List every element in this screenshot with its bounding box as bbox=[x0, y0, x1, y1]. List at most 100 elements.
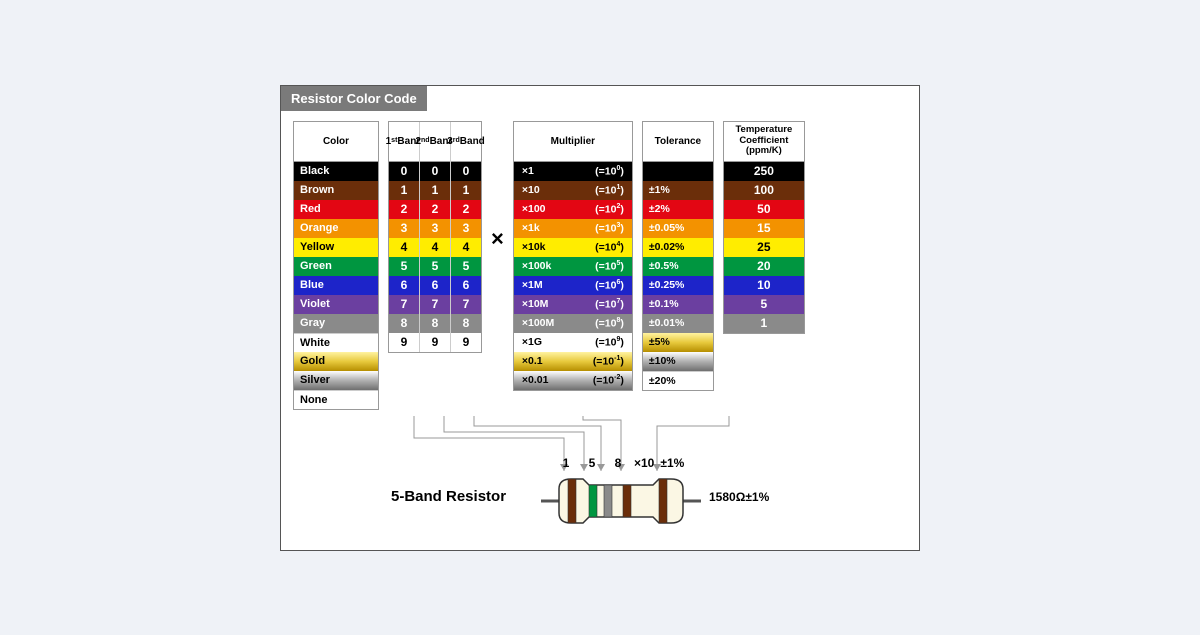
tempco-cell: 25 bbox=[724, 238, 804, 257]
multiplier-cell: ×100M(=108) bbox=[514, 314, 632, 333]
annot-value: 5 bbox=[582, 456, 602, 470]
column-multiplier: Multiplier ×1(=100)×10(=101)×100(=102)×1… bbox=[513, 121, 633, 391]
digit-cell: 7 bbox=[451, 295, 481, 314]
tolerance-cell: ±0.1% bbox=[643, 295, 713, 314]
tolerance-cell: ±2% bbox=[643, 200, 713, 219]
multiplier-cell: ×1G(=109) bbox=[514, 333, 632, 352]
band-5 bbox=[659, 479, 667, 523]
digit-cell: 4 bbox=[389, 238, 419, 257]
tempco-cell: 50 bbox=[724, 200, 804, 219]
example-value: 1580Ω±1% bbox=[709, 490, 769, 504]
multiplier-cell: ×0.01(=10-2) bbox=[514, 371, 632, 390]
band2-rows: 0123456789 bbox=[420, 162, 450, 352]
tempco-cell: 15 bbox=[724, 219, 804, 238]
column-tempco: Temperature Coefficient (ppm/K) 25010050… bbox=[723, 121, 805, 334]
digit-cell: 1 bbox=[420, 181, 450, 200]
resistor-color-code-chart: Resistor Color Code Color BlackBrownRedO… bbox=[280, 85, 920, 551]
digit-cell: 1 bbox=[389, 181, 419, 200]
tempco-cell: 10 bbox=[724, 276, 804, 295]
color-row: Green bbox=[294, 257, 378, 276]
multiplier-cell: ×100(=102) bbox=[514, 200, 632, 219]
multiply-symbol: × bbox=[491, 226, 504, 252]
tempco-cell: 20 bbox=[724, 257, 804, 276]
digit-cell: 8 bbox=[451, 314, 481, 333]
tolerance-cell: ±0.5% bbox=[643, 257, 713, 276]
header-tempco: Temperature Coefficient (ppm/K) bbox=[724, 122, 804, 162]
band-3 bbox=[604, 485, 612, 517]
color-row: Blue bbox=[294, 276, 378, 295]
digit-cell: 0 bbox=[420, 162, 450, 181]
color-row: Gray bbox=[294, 314, 378, 333]
digit-cell: 9 bbox=[420, 333, 450, 352]
example-annotations: 158×10±1% bbox=[556, 456, 684, 470]
multiplier-cell: ×10k(=104) bbox=[514, 238, 632, 257]
digit-cell: 2 bbox=[451, 200, 481, 219]
annot-value: ±1% bbox=[660, 456, 684, 470]
chart-title: Resistor Color Code bbox=[281, 86, 427, 111]
digit-cell: 0 bbox=[389, 162, 419, 181]
band3-rows: 0123456789 bbox=[451, 162, 481, 352]
digit-cell: 8 bbox=[420, 314, 450, 333]
tolerance-rows: ±1%±2%±0.05%±0.02%±0.5%±0.25%±0.1%±0.01%… bbox=[643, 162, 713, 390]
multiplier-cell: ×1k(=103) bbox=[514, 219, 632, 238]
tolerance-cell: ±0.02% bbox=[643, 238, 713, 257]
multiplier-cell: ×1M(=106) bbox=[514, 276, 632, 295]
resistor-icon bbox=[541, 471, 701, 531]
digit-cell: 3 bbox=[389, 219, 419, 238]
multiplier-cell: ×1(=100) bbox=[514, 162, 632, 181]
color-row: Red bbox=[294, 200, 378, 219]
color-rows: BlackBrownRedOrangeYellowGreenBlueViolet… bbox=[294, 162, 378, 409]
tables-row: Color BlackBrownRedOrangeYellowGreenBlue… bbox=[281, 111, 919, 410]
color-row: Violet bbox=[294, 295, 378, 314]
header-tolerance: Tolerance bbox=[643, 122, 713, 162]
digit-cell: 7 bbox=[420, 295, 450, 314]
column-bands: 1st Band 0123456789 2nd Band 0123456789 … bbox=[388, 121, 482, 353]
multiplier-rows: ×1(=100)×10(=101)×100(=102)×1k(=103)×10k… bbox=[514, 162, 632, 390]
band1-rows: 0123456789 bbox=[389, 162, 419, 352]
tempco-cell: 1 bbox=[724, 314, 804, 333]
tolerance-cell: ±1% bbox=[643, 181, 713, 200]
tempco-rows: 250100501525201051 bbox=[724, 162, 804, 333]
digit-cell: 5 bbox=[420, 257, 450, 276]
column-band1: 1st Band 0123456789 bbox=[389, 122, 420, 352]
tolerance-cell: ±0.01% bbox=[643, 314, 713, 333]
digit-cell: 2 bbox=[389, 200, 419, 219]
digit-cell: 0 bbox=[451, 162, 481, 181]
color-row: White bbox=[294, 333, 378, 352]
tolerance-cell: ±5% bbox=[643, 333, 713, 352]
example-label: 5-Band Resistor bbox=[391, 488, 506, 505]
column-band3: 3rd Band 0123456789 bbox=[451, 122, 481, 352]
digit-cell: 2 bbox=[420, 200, 450, 219]
header-multiplier: Multiplier bbox=[514, 122, 632, 162]
tolerance-cell: ±10% bbox=[643, 352, 713, 371]
digit-cell: 7 bbox=[389, 295, 419, 314]
multiplier-cell: ×10M(=107) bbox=[514, 295, 632, 314]
multiplier-cell: ×100k(=105) bbox=[514, 257, 632, 276]
color-row: None bbox=[294, 390, 378, 409]
tempco-cell: 5 bbox=[724, 295, 804, 314]
color-row: Silver bbox=[294, 371, 378, 390]
digit-cell: 6 bbox=[451, 276, 481, 295]
digit-cell: 3 bbox=[420, 219, 450, 238]
color-row: Orange bbox=[294, 219, 378, 238]
column-color: Color BlackBrownRedOrangeYellowGreenBlue… bbox=[293, 121, 379, 410]
tolerance-cell: ±0.25% bbox=[643, 276, 713, 295]
tempco-cell: 250 bbox=[724, 162, 804, 181]
header-color: Color bbox=[294, 122, 378, 162]
digit-cell: 9 bbox=[451, 333, 481, 352]
header-band2: 2nd Band bbox=[420, 122, 450, 162]
tolerance-cell: ±20% bbox=[643, 371, 713, 390]
color-row: Gold bbox=[294, 352, 378, 371]
digit-cell: 4 bbox=[451, 238, 481, 257]
digit-cell: 8 bbox=[389, 314, 419, 333]
annot-value: 1 bbox=[556, 456, 576, 470]
tempco-cell: 100 bbox=[724, 181, 804, 200]
color-row: Black bbox=[294, 162, 378, 181]
multiplier-cell: ×0.1(=10-1) bbox=[514, 352, 632, 371]
digit-cell: 1 bbox=[451, 181, 481, 200]
band-2 bbox=[589, 485, 597, 517]
band-1 bbox=[568, 479, 576, 523]
digit-cell: 4 bbox=[420, 238, 450, 257]
color-row: Brown bbox=[294, 181, 378, 200]
column-tolerance: Tolerance ±1%±2%±0.05%±0.02%±0.5%±0.25%±… bbox=[642, 121, 714, 391]
